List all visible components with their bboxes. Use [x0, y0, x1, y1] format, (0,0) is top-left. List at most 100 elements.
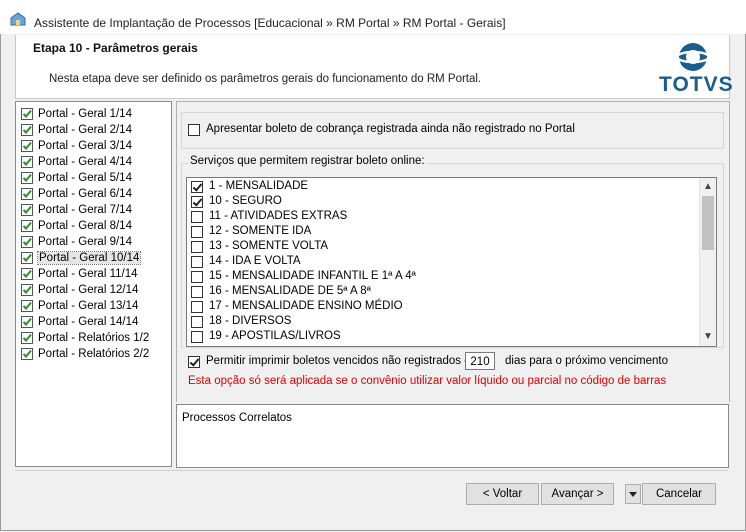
check-icon — [21, 108, 33, 120]
service-item[interactable]: 11 - ATIVIDADES EXTRAS — [187, 209, 716, 224]
related-processes-panel: Processos Correlatos — [176, 404, 729, 468]
service-label: 17 - MENSALIDADE ENSINO MÉDIO — [209, 300, 403, 312]
check-icon — [21, 268, 33, 280]
check-icon — [21, 220, 33, 232]
check-icon — [21, 140, 33, 152]
service-checkbox[interactable] — [191, 301, 203, 313]
related-processes-title: Processos Correlatos — [182, 412, 292, 424]
service-item[interactable]: 15 - MENSALIDADE INFANTIL E 1ª A 4ª — [187, 269, 716, 284]
service-label: 1 - MENSALIDADE — [209, 180, 309, 192]
overdue-label-before: Permitir imprimir boletos vencidos não r… — [206, 355, 486, 367]
nav-item[interactable]: Portal - Relatórios 2/2 — [16, 346, 171, 362]
service-checkbox[interactable] — [191, 316, 203, 328]
check-icon — [21, 332, 33, 344]
nav-item-label: Portal - Geral 7/14 — [38, 204, 132, 216]
service-item[interactable]: 14 - IDA E VOLTA — [187, 254, 716, 269]
check-icon — [21, 300, 33, 312]
service-item[interactable]: 13 - SOMENTE VOLTA — [187, 239, 716, 254]
nav-item[interactable]: Portal - Relatórios 1/2 — [16, 330, 171, 346]
window-title: Assistente de Implantação de Processos [… — [34, 16, 506, 30]
check-icon — [21, 252, 33, 264]
check-icon — [21, 284, 33, 296]
wizard-header: Etapa 10 - Parâmetros gerais Nesta etapa… — [15, 35, 734, 99]
service-item[interactable]: 1 - MENSALIDADE — [187, 179, 716, 194]
steps-tree[interactable]: Portal - Geral 1/14 Portal - Geral 2/14 Po… — [15, 101, 172, 467]
scroll-up-icon[interactable]: ▲ — [700, 179, 716, 195]
service-checkbox[interactable] — [191, 256, 203, 268]
service-label: 18 - DIVERSOS — [209, 315, 292, 327]
services-scrollbar[interactable]: ▲ ▼ — [699, 178, 716, 346]
check-icon — [21, 172, 33, 184]
dropdown-arrow-icon[interactable] — [625, 484, 641, 504]
check-icon — [21, 156, 33, 168]
registered-boleto-label: Apresentar boleto de cobrança registrada… — [206, 123, 575, 135]
nav-item-label: Portal - Relatórios 1/2 — [38, 332, 150, 344]
next-button[interactable]: Avançar > — [541, 483, 614, 505]
service-item[interactable]: 12 - SOMENTE IDA — [187, 224, 716, 239]
registered-boleto-checkbox[interactable] — [188, 124, 200, 136]
check-icon — [21, 188, 33, 200]
nav-item-label: Portal - Geral 12/14 — [38, 284, 139, 296]
check-icon — [21, 316, 33, 328]
nav-item-label: Portal - Geral 3/14 — [38, 140, 132, 152]
nav-item[interactable]: Portal - Geral 4/14 — [16, 154, 171, 170]
nav-item[interactable]: Portal - Geral 12/14 — [16, 282, 171, 298]
check-icon — [21, 236, 33, 248]
days-input[interactable]: 210 — [465, 352, 495, 370]
nav-item-label: Portal - Geral 8/14 — [38, 220, 132, 232]
services-group-title: Serviços que permitem registrar boleto o… — [188, 155, 427, 167]
nav-item[interactable]: Portal - Geral 10/14 — [16, 250, 171, 266]
back-button[interactable]: < Voltar — [466, 483, 539, 505]
service-item[interactable]: 10 - SEGURO — [187, 194, 716, 209]
nav-item[interactable]: Portal - Geral 14/14 — [16, 314, 171, 330]
service-item[interactable]: 16 - MENSALIDADE DE 5ª A 8ª — [187, 284, 716, 299]
nav-item[interactable]: Portal - Geral 5/14 — [16, 170, 171, 186]
title-bar: Assistente de Implantação de Processos [… — [0, 0, 746, 34]
nav-item[interactable]: Portal - Geral 2/14 — [16, 122, 171, 138]
service-label: 13 - SOMENTE VOLTA — [209, 240, 329, 252]
service-checkbox[interactable] — [191, 181, 203, 193]
service-label: 10 - SEGURO — [209, 195, 282, 207]
footer-divider — [15, 470, 728, 471]
services-list[interactable]: 1 - MENSALIDADE 10 - SEGURO 11 - ATIVIDADE… — [186, 177, 717, 347]
nav-item-label: Portal - Geral 13/14 — [38, 300, 139, 312]
nav-item[interactable]: Portal - Geral 8/14 — [16, 218, 171, 234]
nav-item-label: Portal - Geral 2/14 — [38, 124, 132, 136]
overdue-label-after: dias para o próximo vencimento — [505, 355, 668, 367]
scroll-thumb[interactable] — [702, 196, 714, 250]
nav-item[interactable]: Portal - Geral 9/14 — [16, 234, 171, 250]
service-checkbox[interactable] — [191, 271, 203, 283]
totvs-logo-icon — [675, 43, 711, 71]
nav-item[interactable]: Portal - Geral 7/14 — [16, 202, 171, 218]
service-label: 14 - IDA E VOLTA — [209, 255, 301, 267]
nav-item[interactable]: Portal - Geral 1/14 — [16, 106, 171, 122]
service-checkbox[interactable] — [191, 196, 203, 208]
totvs-logo: TOTVS — [659, 41, 734, 96]
nav-item-label: Portal - Geral 5/14 — [38, 172, 132, 184]
service-checkbox[interactable] — [191, 331, 203, 343]
service-label: 11 - ATIVIDADES EXTRAS — [209, 210, 348, 222]
logo-text: TOTVS — [659, 73, 734, 96]
nav-item-label: Portal - Geral 11/14 — [38, 268, 138, 280]
nav-item[interactable]: Portal - Geral 6/14 — [16, 186, 171, 202]
service-item[interactable]: 18 - DIVERSOS — [187, 314, 716, 329]
service-item[interactable]: 19 - APOSTILAS/LIVROS — [187, 329, 716, 344]
nav-item[interactable]: Portal - Geral 11/14 — [16, 266, 171, 282]
scroll-down-icon[interactable]: ▼ — [700, 329, 716, 345]
service-checkbox[interactable] — [191, 241, 203, 253]
nav-item[interactable]: Portal - Geral 13/14 — [16, 298, 171, 314]
nav-item[interactable]: Portal - Geral 3/14 — [16, 138, 171, 154]
service-checkbox[interactable] — [191, 286, 203, 298]
service-checkbox[interactable] — [191, 211, 203, 223]
cancel-button[interactable]: Cancelar — [642, 483, 716, 505]
step-description: Nesta etapa deve ser definido os parâmet… — [49, 73, 482, 85]
app-icon — [10, 12, 26, 26]
service-item[interactable]: 17 - MENSALIDADE ENSINO MÉDIO — [187, 299, 716, 314]
service-label: 15 - MENSALIDADE INFANTIL E 1ª A 4ª — [209, 270, 416, 282]
service-checkbox[interactable] — [191, 226, 203, 238]
service-label: 19 - APOSTILAS/LIVROS — [209, 330, 341, 342]
nav-item-label: Portal - Geral 14/14 — [38, 316, 139, 328]
nav-item-label: Portal - Relatórios 2/2 — [38, 348, 150, 360]
overdue-boletos-checkbox[interactable] — [188, 356, 200, 368]
check-icon — [21, 124, 33, 136]
